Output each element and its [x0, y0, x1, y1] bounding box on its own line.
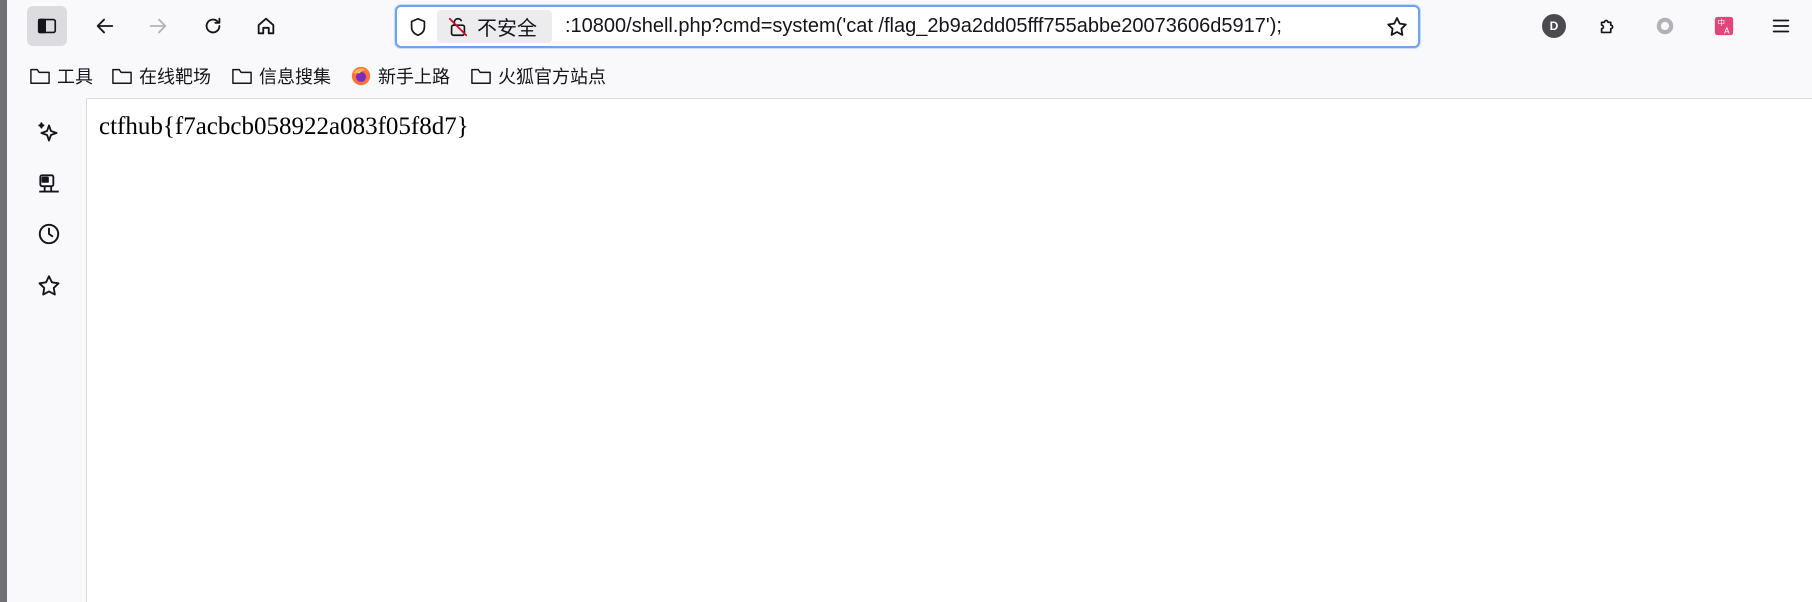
- ai-chatbot-button[interactable]: [31, 115, 67, 151]
- address-bar[interactable]: 不安全 ​:10800/shell.php?cmd=system('cat /f…: [395, 5, 1420, 48]
- ai-chat-icon: [38, 122, 58, 142]
- extension-circle-button[interactable]: [1645, 6, 1685, 46]
- browser-window: 不安全 ​:10800/shell.php?cmd=system('cat /f…: [0, 0, 1812, 602]
- site-security-indicator[interactable]: 不安全: [437, 10, 552, 43]
- back-button[interactable]: [85, 6, 125, 46]
- bookmark-folder-tools[interactable]: 工具: [29, 63, 93, 89]
- home-icon: [257, 17, 275, 35]
- extensions-icon: [1600, 19, 1614, 34]
- app-menu-button[interactable]: [1761, 6, 1801, 46]
- folder-icon: [112, 68, 132, 85]
- reload-button[interactable]: [193, 6, 233, 46]
- menu-icon: [1772, 19, 1790, 33]
- url-text[interactable]: ​:10800/shell.php?cmd=system('cat /flag_…: [565, 7, 1374, 46]
- shield-icon: [410, 17, 426, 37]
- bookmark-folder-firefox-sites[interactable]: 火狐官方站点: [470, 63, 606, 89]
- translate-icon: 中 A: [1714, 16, 1734, 35]
- sidebar: [7, 98, 86, 602]
- bookmarks-toolbar: 工具 在线靶场 信息搜集 新手上路 火狐官方站点: [7, 52, 1812, 98]
- bookmark-label: 在线靶场: [139, 67, 211, 87]
- sidebar-toggle-button[interactable]: [27, 6, 67, 46]
- bookmark-label: 信息搜集: [259, 67, 331, 87]
- sidebar-toggle-icon: [37, 18, 57, 34]
- home-button[interactable]: [246, 6, 286, 46]
- bookmark-page-button[interactable]: [1384, 14, 1410, 40]
- folder-icon: [232, 68, 252, 85]
- history-icon: [38, 223, 60, 245]
- account-avatar[interactable]: D: [1542, 14, 1566, 38]
- folder-icon: [471, 68, 491, 85]
- firefox-icon: [351, 66, 371, 86]
- history-button[interactable]: [31, 216, 67, 252]
- bookmark-getting-started[interactable]: 新手上路: [350, 63, 450, 89]
- forward-icon: [149, 18, 167, 34]
- bookmark-label: 新手上路: [378, 67, 450, 87]
- bookmark-label: 工具: [57, 67, 93, 87]
- bookmarks-sidebar-button[interactable]: [31, 268, 67, 304]
- bookmarks-icon: [38, 275, 60, 296]
- synced-tabs-icon: [39, 174, 59, 193]
- reload-icon: [205, 17, 221, 34]
- bookmark-star-icon: [1387, 17, 1407, 36]
- extensions-button[interactable]: [1588, 6, 1628, 46]
- insecure-label: 不安全: [477, 18, 537, 40]
- folder-icon: [30, 68, 50, 85]
- circle-icon: [1656, 17, 1674, 35]
- translate-button[interactable]: 中 A: [1704, 6, 1744, 46]
- back-icon: [96, 18, 114, 34]
- bookmark-folder-info-gathering[interactable]: 信息搜集: [231, 63, 331, 89]
- navigation-toolbar: 不安全 ​:10800/shell.php?cmd=system('cat /f…: [7, 0, 1812, 52]
- bookmark-label: 火狐官方站点: [498, 67, 606, 87]
- synced-tabs-button[interactable]: [31, 166, 67, 202]
- tracking-protection-button[interactable]: [405, 14, 431, 40]
- flag-output-text: ctfhub{f7acbcb058922a083f05f8d7}: [99, 113, 469, 140]
- insecure-lock-icon: [448, 17, 468, 36]
- svg-text:A: A: [1724, 25, 1730, 35]
- forward-button[interactable]: [138, 6, 178, 46]
- bookmark-folder-online-range[interactable]: 在线靶场: [111, 63, 211, 89]
- page-content: ctfhub{f7acbcb058922a083f05f8d7}: [86, 98, 1812, 602]
